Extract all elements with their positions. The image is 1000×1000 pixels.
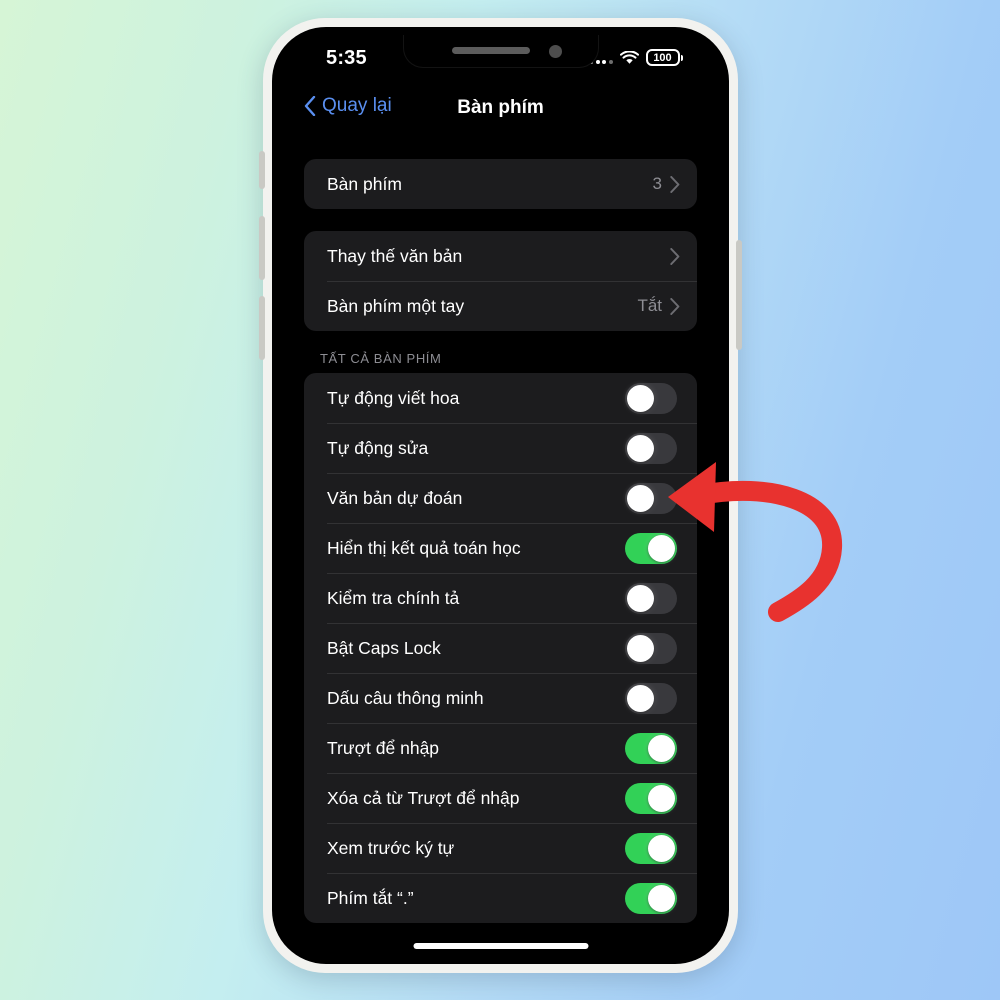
toggle-knob <box>648 734 675 762</box>
row-xem-truoc-ky-tu[interactable]: Xem trước ký tự <box>304 823 697 873</box>
row-xoa-ca-tu-truot-de-nhap[interactable]: Xóa cả từ Trượt để nhập <box>304 773 697 823</box>
toggle-hien-thi-ket-qua-toan-hoc[interactable] <box>625 532 677 564</box>
phone-device-frame: 5:35 100 Quay lại Bàn phím Bàn phím 3 Th… <box>259 18 742 973</box>
power-button[interactable] <box>736 240 742 350</box>
row-tu-dong-sua[interactable]: Tự động sửa <box>304 423 697 473</box>
status-time: 5:35 <box>326 47 367 69</box>
toggle-xem-truoc-ky-tu[interactable] <box>625 832 677 864</box>
toggle-knob <box>627 584 654 612</box>
toggle-knob <box>627 484 654 512</box>
status-indicators: 100 <box>589 49 683 66</box>
row-label: Dấu câu thông minh <box>327 687 484 708</box>
mute-switch-button[interactable] <box>259 151 265 189</box>
toggle-knob <box>648 534 675 562</box>
row-label: Thay thế văn bản <box>327 245 463 266</box>
row-label: Tự động sửa <box>327 437 429 458</box>
toggle-van-ban-du-doan[interactable] <box>625 482 677 514</box>
row-label: Phím tắt “.” <box>327 887 414 908</box>
toggle-knob <box>627 384 654 412</box>
toggle-knob <box>627 634 654 662</box>
toggle-phim-tat[interactable] <box>625 882 677 914</box>
toggle-dau-cau-thong-minh[interactable] <box>625 682 677 714</box>
toggle-kiem-tra-chinh-ta[interactable] <box>625 582 677 614</box>
battery-level-label: 100 <box>653 51 672 64</box>
row-value: 3 <box>652 174 662 193</box>
row-bat-caps-lock[interactable]: Bật Caps Lock <box>304 623 697 673</box>
chevron-right-icon <box>670 175 680 193</box>
row-truot-de-nhap[interactable]: Trượt để nhập <box>304 723 697 773</box>
row-label: Bật Caps Lock <box>327 637 441 658</box>
volume-up-button[interactable] <box>259 216 265 280</box>
settings-card-text: Thay thế văn bản Bàn phím một tay Tắt <box>304 231 697 331</box>
home-indicator[interactable] <box>413 943 588 949</box>
row-label: Kiểm tra chính tả <box>327 587 460 608</box>
toggle-bat-caps-lock[interactable] <box>625 632 677 664</box>
row-label: Xóa cả từ Trượt để nhập <box>327 787 520 808</box>
toggle-knob <box>627 684 654 712</box>
toggle-knob <box>648 884 675 912</box>
row-kiem-tra-chinh-ta[interactable]: Kiểm tra chính tả <box>304 573 697 623</box>
settings-scroll-view[interactable]: Bàn phím 3 Thay thế văn bản Bàn phím một… <box>280 137 721 956</box>
row-label: Bàn phím <box>327 173 402 194</box>
chevron-right-icon <box>670 247 680 265</box>
row-label: Xem trước ký tự <box>327 837 455 858</box>
row-thay-the-van-ban[interactable]: Thay thế văn bản <box>304 231 697 281</box>
phone-screen: 5:35 100 Quay lại Bàn phím Bàn phím 3 Th… <box>280 35 721 956</box>
earpiece-speaker-icon <box>451 47 530 54</box>
toggle-xoa-ca-tu-truot-de-nhap[interactable] <box>625 782 677 814</box>
toggle-truot-de-nhap[interactable] <box>625 732 677 764</box>
phone-bezel: 5:35 100 Quay lại Bàn phím Bàn phím 3 Th… <box>272 27 729 964</box>
chevron-right-icon <box>670 297 680 315</box>
toggle-knob <box>648 784 675 812</box>
row-tu-dong-viet-hoa[interactable]: Tự động viết hoa <box>304 373 697 423</box>
volume-down-button[interactable] <box>259 296 265 360</box>
page-title: Bàn phím <box>457 97 544 118</box>
settings-card-all-keyboards: Tự động viết hoa Tự động sửa Văn bản dự đo… <box>304 373 697 923</box>
toggle-knob <box>627 434 654 462</box>
navigation-bar: Quay lại Bàn phím <box>280 85 721 137</box>
row-label: Trượt để nhập <box>327 737 440 758</box>
settings-card-keyboards: Bàn phím 3 <box>304 159 697 209</box>
toggle-tu-dong-viet-hoa[interactable] <box>625 382 677 414</box>
row-label: Bàn phím một tay <box>327 295 465 316</box>
front-camera-icon <box>548 45 562 58</box>
toggle-tu-dong-sua[interactable] <box>625 432 677 464</box>
toggle-knob <box>648 834 675 862</box>
row-label: Tự động viết hoa <box>327 387 460 408</box>
row-ban-phim[interactable]: Bàn phím 3 <box>304 159 697 209</box>
row-ban-phim-mot-tay[interactable]: Bàn phím một tay Tắt <box>304 281 697 331</box>
wifi-icon <box>619 50 639 64</box>
row-label: Văn bản dự đoán <box>327 487 463 508</box>
notch <box>402 35 599 68</box>
row-hien-thi-ket-qua-toan-hoc[interactable]: Hiển thị kết quả toán học <box>304 523 697 573</box>
row-van-ban-du-doan[interactable]: Văn bản dự đoán <box>304 473 697 523</box>
battery-icon: 100 <box>645 49 683 66</box>
row-label: Hiển thị kết quả toán học <box>327 537 521 558</box>
page-background: 5:35 100 Quay lại Bàn phím Bàn phím 3 Th… <box>0 0 1000 1000</box>
row-value: Tắt <box>637 296 662 315</box>
section-header-all-keyboards: TẤT CẢ BÀN PHÍM <box>320 351 442 366</box>
row-phim-tat[interactable]: Phím tắt “.” <box>304 873 697 923</box>
row-dau-cau-thong-minh[interactable]: Dấu câu thông minh <box>304 673 697 723</box>
